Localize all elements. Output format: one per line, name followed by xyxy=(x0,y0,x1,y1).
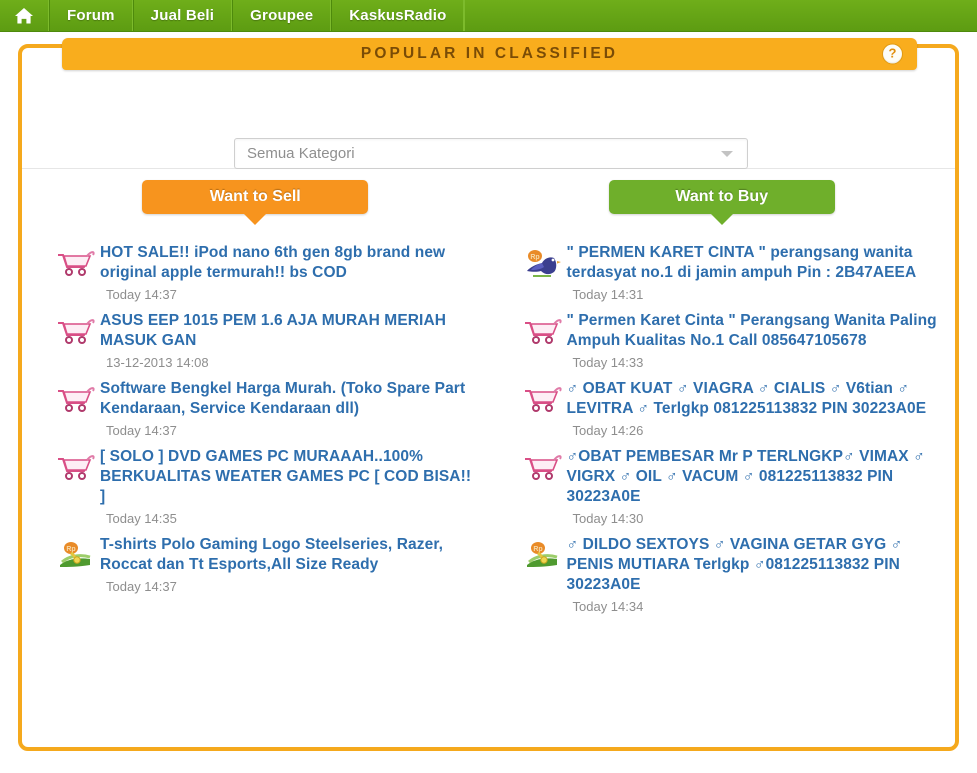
shopping-cart-icon xyxy=(52,311,100,345)
listings-sell: HOT SALE!! iPod nano 6th gen 8gb brand n… xyxy=(22,214,489,600)
category-select[interactable]: Semua Kategori xyxy=(234,138,748,169)
list-item-body: ♂ DILDO SEXTOYS ♂ VAGINA GETAR GYG ♂ PEN… xyxy=(567,535,940,620)
list-item-body: T-shirts Polo Gaming Logo Steelseries, R… xyxy=(100,535,473,600)
shopping-cart-icon xyxy=(52,447,100,481)
top-navbar: Forum Jual Beli Groupee KaskusRadio xyxy=(0,0,977,32)
list-item-body: " Permen Karet Cinta " Perangsang Wanita… xyxy=(567,311,940,376)
question-mark-circle-icon[interactable]: ? xyxy=(882,43,903,65)
list-item-time: Today 14:37 xyxy=(106,579,177,594)
shopping-cart-icon xyxy=(519,379,567,413)
shopping-cart-icon xyxy=(519,447,567,481)
list-item-time: Today 14:33 xyxy=(572,355,644,370)
tab-want-to-buy[interactable]: Want to Buy xyxy=(608,180,835,225)
list-item-title[interactable]: Software Bengkel Harga Murah. (Toko Spar… xyxy=(100,379,473,419)
list-item-title[interactable]: [ SOLO ] DVD GAMES PC MURAAAH..100% BERK… xyxy=(100,447,473,507)
tab-want-to-sell[interactable]: Want to Sell xyxy=(142,180,369,225)
home-icon xyxy=(14,7,34,25)
list-item-time: Today 14:31 xyxy=(572,287,644,302)
column-want-to-sell: Want to Sell HOT SALE!! iPod nano 6th ge… xyxy=(22,170,489,623)
list-item-body: ♂ OBAT KUAT ♂ VIAGRA ♂ CIALIS ♂ V6tian ♂… xyxy=(567,379,940,444)
tab-label: Want to Sell xyxy=(209,188,301,205)
list-item-time: Today 14:35 xyxy=(106,511,177,526)
nav-item-home[interactable] xyxy=(0,0,49,31)
list-item[interactable]: ♂ OBAT KUAT ♂ VIAGRA ♂ CIALIS ♂ V6tian ♂… xyxy=(519,379,940,444)
column-want-to-buy: Want to Buy Rp " PERMEN KARET CINTA " pe… xyxy=(489,170,956,623)
list-item-title[interactable]: HOT SALE!! iPod nano 6th gen 8gb brand n… xyxy=(100,243,473,283)
list-item[interactable]: ASUS EEP 1015 PEM 1.6 AJA MURAH MERIAH M… xyxy=(52,311,473,376)
section-banner: POPULAR IN CLASSIFIED ? xyxy=(62,38,917,70)
list-item[interactable]: " Permen Karet Cinta " Perangsang Wanita… xyxy=(519,311,940,376)
list-item[interactable]: Rp " PERMEN KARET CINTA " perangsang wan… xyxy=(519,243,940,308)
nav-item-label: Jual Beli xyxy=(150,7,215,24)
shopping-cart-icon xyxy=(52,379,100,413)
list-item-body: [ SOLO ] DVD GAMES PC MURAAAH..100% BERK… xyxy=(100,447,473,532)
list-item-time: 13-12-2013 14:08 xyxy=(106,355,209,370)
list-item-body: " PERMEN KARET CINTA " perangsang wanita… xyxy=(567,243,940,308)
popular-classified-panel: Semua Kategori Want to Sell HOT SALE!! i… xyxy=(18,44,959,751)
bird-rupiah-icon: Rp xyxy=(519,243,567,281)
category-filter-row: Semua Kategori xyxy=(22,92,955,169)
list-item-title[interactable]: " Permen Karet Cinta " Perangsang Wanita… xyxy=(567,311,940,351)
list-item-body: ASUS EEP 1015 PEM 1.6 AJA MURAH MERIAH M… xyxy=(100,311,473,376)
list-item[interactable]: ♂OBAT PEMBESAR Mr P TERLNGKP♂ VIMAX ♂ VI… xyxy=(519,447,940,532)
listings-buy: Rp " PERMEN KARET CINTA " perangsang wan… xyxy=(489,214,956,620)
list-item[interactable]: [ SOLO ] DVD GAMES PC MURAAAH..100% BERK… xyxy=(52,447,473,532)
shopping-cart-icon xyxy=(52,243,100,277)
category-select-value: Semua Kategori xyxy=(247,145,355,162)
list-item[interactable]: Rp T-shirts Polo Gaming Logo Steelseries… xyxy=(52,535,473,600)
listing-columns: Want to Sell HOT SALE!! iPod nano 6th ge… xyxy=(22,170,955,623)
list-item-title[interactable]: ASUS EEP 1015 PEM 1.6 AJA MURAH MERIAH M… xyxy=(100,311,473,351)
list-item[interactable]: HOT SALE!! iPod nano 6th gen 8gb brand n… xyxy=(52,243,473,308)
list-item-time: Today 14:37 xyxy=(106,287,177,302)
list-item-body: HOT SALE!! iPod nano 6th gen 8gb brand n… xyxy=(100,243,473,308)
list-item-title[interactable]: ♂ DILDO SEXTOYS ♂ VAGINA GETAR GYG ♂ PEN… xyxy=(567,535,940,595)
navbar-filler xyxy=(464,0,977,31)
tab-label: Want to Buy xyxy=(675,188,769,205)
list-item[interactable]: Software Bengkel Harga Murah. (Toko Spar… xyxy=(52,379,473,444)
list-item[interactable]: Rp ♂ DILDO SEXTOYS ♂ VAGINA GETAR GYG ♂ … xyxy=(519,535,940,620)
page-title: POPULAR IN CLASSIFIED xyxy=(360,45,619,62)
nav-item-groupee[interactable]: Groupee xyxy=(232,0,332,31)
list-item-title[interactable]: T-shirts Polo Gaming Logo Steelseries, R… xyxy=(100,535,473,575)
list-item-body: Software Bengkel Harga Murah. (Toko Spar… xyxy=(100,379,473,444)
list-item-time: Today 14:34 xyxy=(572,599,644,614)
list-item-title[interactable]: " PERMEN KARET CINTA " perangsang wanita… xyxy=(567,243,940,283)
nav-item-forum[interactable]: Forum xyxy=(49,0,133,31)
nav-item-jual-beli[interactable]: Jual Beli xyxy=(132,0,233,31)
svg-text:Rp: Rp xyxy=(530,254,539,261)
list-item-time: Today 14:37 xyxy=(106,423,177,438)
list-item-time: Today 14:30 xyxy=(572,511,644,526)
list-item-title[interactable]: ♂ OBAT KUAT ♂ VIAGRA ♂ CIALIS ♂ V6tian ♂… xyxy=(567,379,940,419)
nav-item-label: Groupee xyxy=(250,7,314,24)
svg-text:Rp: Rp xyxy=(66,546,75,553)
chevron-down-icon xyxy=(721,150,733,157)
money-hand-rupiah-icon: Rp xyxy=(52,535,100,571)
money-hand-rupiah-icon: Rp xyxy=(519,535,567,571)
tab-wrap-sell: Want to Sell xyxy=(22,170,489,225)
list-item-time: Today 14:26 xyxy=(572,423,644,438)
shopping-cart-icon xyxy=(519,311,567,345)
tab-wrap-buy: Want to Buy xyxy=(489,170,956,225)
svg-text:Rp: Rp xyxy=(533,546,542,553)
nav-item-label: KaskusRadio xyxy=(349,7,447,24)
list-item-title[interactable]: ♂OBAT PEMBESAR Mr P TERLNGKP♂ VIMAX ♂ VI… xyxy=(567,447,940,507)
nav-item-kaskusradio[interactable]: KaskusRadio xyxy=(331,0,465,31)
list-item-body: ♂OBAT PEMBESAR Mr P TERLNGKP♂ VIMAX ♂ VI… xyxy=(567,447,940,532)
nav-item-label: Forum xyxy=(67,7,115,24)
